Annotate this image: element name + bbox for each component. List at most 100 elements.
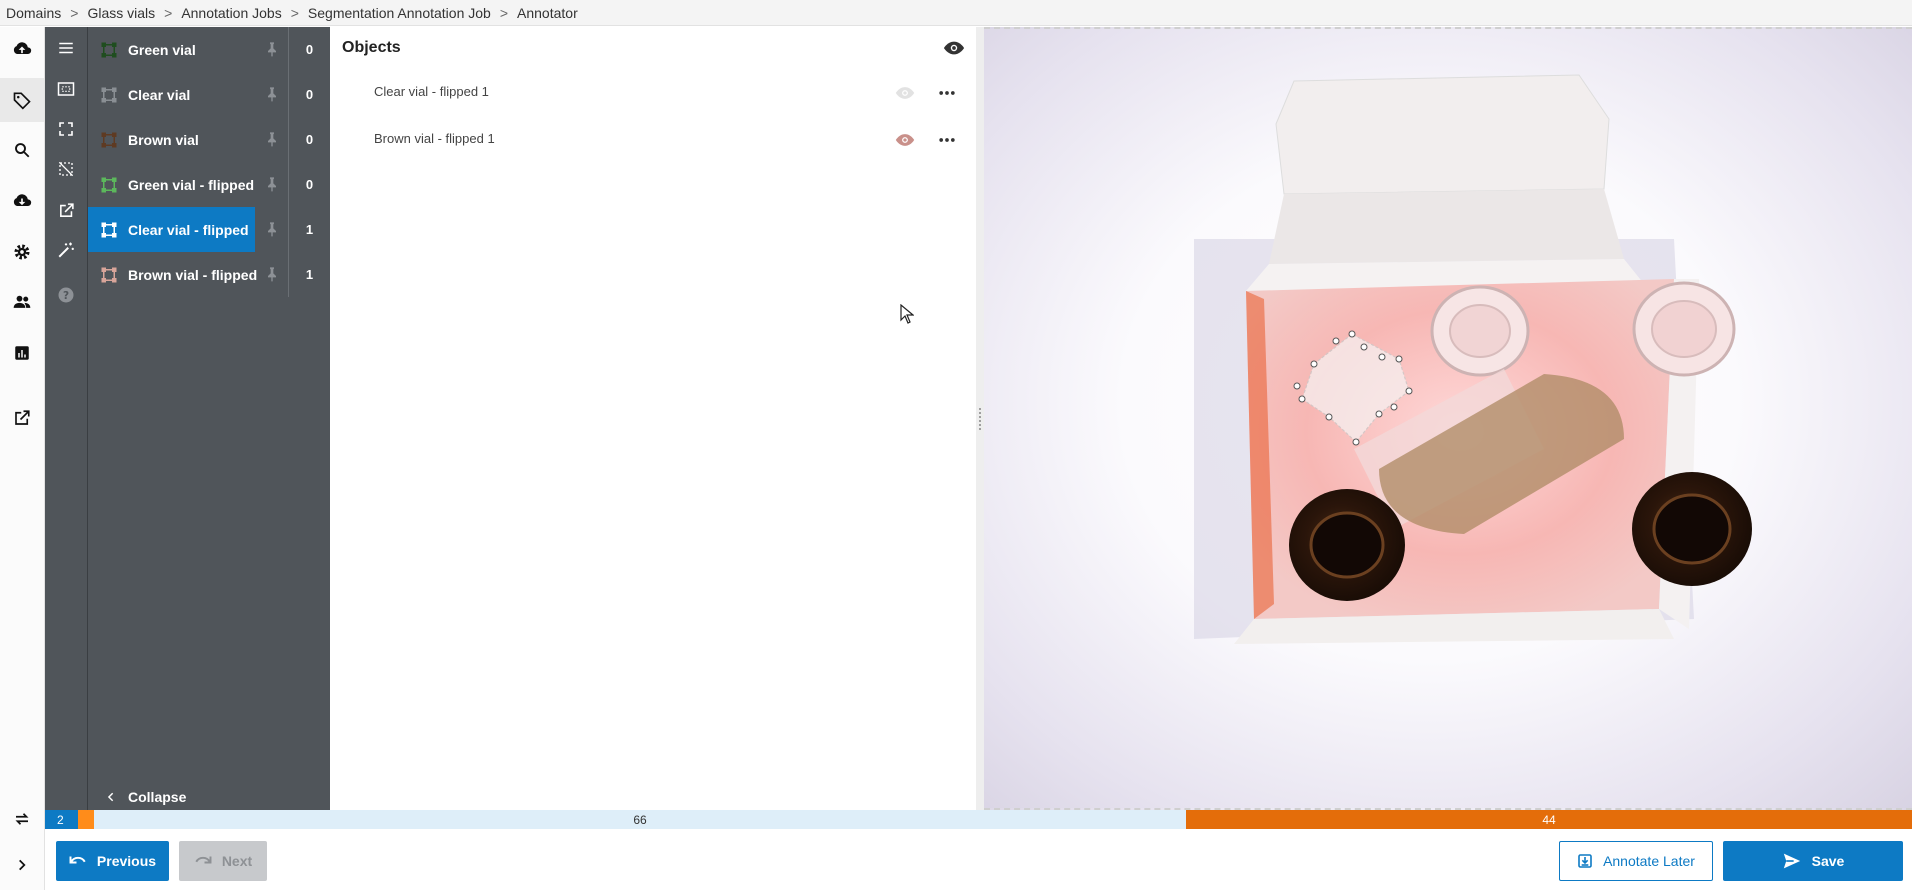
redo-arrow-icon bbox=[195, 856, 212, 864]
label-select-brown-vial[interactable]: Brown vial bbox=[88, 117, 288, 162]
open-external-icon bbox=[59, 202, 74, 217]
progress-later: 44 bbox=[1186, 810, 1912, 829]
object-row[interactable]: Clear vial - flipped 1 bbox=[331, 71, 976, 111]
pin-icon[interactable] bbox=[264, 266, 280, 282]
box-select-icon bbox=[57, 82, 75, 96]
annotate-later-label: Annotate Later bbox=[1603, 853, 1695, 869]
label-list: Green vial 0 Clear vial 0 Brown vial 0 G… bbox=[88, 27, 330, 810]
breadcrumb-annotator: Annotator bbox=[517, 4, 578, 21]
progress-current: 2 bbox=[45, 810, 78, 829]
previous-button[interactable]: Previous bbox=[56, 841, 169, 881]
more-options-icon[interactable] bbox=[937, 130, 957, 150]
external-link-icon bbox=[15, 410, 30, 425]
expand-button[interactable] bbox=[0, 843, 44, 887]
breadcrumb-annotation-jobs[interactable]: Annotation Jobs bbox=[181, 5, 281, 21]
collapse-button[interactable]: Collapse bbox=[88, 782, 330, 812]
label-name: Green vial - flipped bbox=[128, 176, 255, 193]
pin-icon[interactable] bbox=[264, 176, 280, 192]
mouse-cursor-icon bbox=[900, 304, 914, 324]
menu-button[interactable] bbox=[45, 28, 87, 68]
undo-arrow-icon bbox=[69, 856, 86, 864]
cloud-download-button[interactable] bbox=[0, 179, 44, 223]
label-name: Clear vial - flipped bbox=[128, 221, 249, 238]
label-select-green-vial[interactable]: Green vial bbox=[88, 27, 288, 72]
clear-selection-icon bbox=[58, 161, 74, 177]
cloud-upload-button[interactable] bbox=[0, 27, 44, 71]
breadcrumb: Domains > Glass vials > Annotation Jobs … bbox=[0, 0, 1912, 26]
save-button[interactable]: Save bbox=[1723, 841, 1903, 881]
breadcrumb-domains[interactable]: Domains bbox=[6, 5, 61, 21]
polygon-icon bbox=[101, 132, 117, 147]
panel-splitter[interactable] bbox=[976, 27, 984, 810]
label-select-clear-vial-flipped[interactable]: Clear vial - flipped bbox=[88, 207, 255, 252]
eye-icon[interactable] bbox=[895, 83, 915, 103]
pin-icon[interactable] bbox=[264, 86, 280, 102]
help-button[interactable]: ? bbox=[45, 275, 87, 315]
annotate-later-button[interactable]: Annotate Later bbox=[1559, 841, 1713, 881]
object-name: Clear vial - flipped 1 bbox=[374, 83, 489, 99]
magic-wand-icon bbox=[58, 242, 74, 258]
label-count: 1 bbox=[288, 252, 330, 297]
eye-icon[interactable] bbox=[895, 130, 915, 150]
label-name: Brown vial - flipped bbox=[128, 266, 258, 283]
external-link-button[interactable] bbox=[0, 396, 44, 440]
label-count: 0 bbox=[288, 117, 330, 162]
label-green-vial-flipped: Green vial - flipped 0 bbox=[88, 162, 330, 207]
object-row[interactable]: Brown vial - flipped 1 bbox=[331, 118, 976, 158]
menu-icon bbox=[59, 42, 73, 54]
next-label: Next bbox=[221, 853, 253, 869]
object-name: Brown vial - flipped 1 bbox=[374, 130, 495, 146]
next-button[interactable]: Next bbox=[179, 841, 267, 881]
team-button[interactable] bbox=[0, 280, 44, 324]
polygon-icon bbox=[101, 177, 117, 192]
eye-icon[interactable] bbox=[943, 37, 965, 59]
statistics-button[interactable] bbox=[0, 331, 44, 375]
label-select-brown-vial-flipped[interactable]: Brown vial - flipped bbox=[88, 252, 288, 297]
polygon-icon bbox=[101, 42, 117, 57]
annotation-progress: 2 66 44 bbox=[45, 810, 1912, 829]
objects-title: Objects bbox=[342, 39, 401, 56]
label-count: 1 bbox=[288, 207, 330, 252]
pin-icon[interactable] bbox=[264, 41, 280, 57]
annotation-canvas[interactable] bbox=[984, 27, 1912, 810]
download-box-icon bbox=[1578, 854, 1592, 868]
search-button[interactable] bbox=[0, 128, 44, 172]
breadcrumb-separator: > bbox=[290, 4, 299, 21]
pin-icon[interactable] bbox=[264, 131, 280, 147]
box-select-tool[interactable] bbox=[45, 69, 87, 109]
gear-icon bbox=[14, 244, 30, 260]
tag-icon bbox=[13, 92, 31, 110]
annotation-image[interactable] bbox=[984, 29, 1912, 808]
fit-screen-tool[interactable] bbox=[45, 109, 87, 149]
labels-button[interactable] bbox=[0, 78, 44, 122]
label-count: 0 bbox=[288, 27, 330, 72]
settings-button[interactable] bbox=[0, 230, 44, 274]
app-rail bbox=[0, 27, 45, 890]
label-count: 0 bbox=[288, 162, 330, 207]
label-clear-vial-flipped: Clear vial - flipped 1 bbox=[88, 207, 330, 252]
label-select-green-vial-flipped[interactable]: Green vial - flipped bbox=[88, 162, 288, 207]
pin-icon[interactable] bbox=[264, 221, 280, 237]
breadcrumb-glass-vials[interactable]: Glass vials bbox=[87, 5, 155, 21]
open-external-tool[interactable] bbox=[45, 190, 87, 230]
chevron-left-icon bbox=[107, 792, 114, 802]
label-green-vial: Green vial 0 bbox=[88, 27, 330, 72]
cloud-upload-icon bbox=[13, 42, 32, 54]
label-name: Green vial bbox=[128, 41, 196, 58]
clear-selection-tool[interactable] bbox=[45, 149, 87, 189]
label-select-clear-vial[interactable]: Clear vial bbox=[88, 72, 288, 117]
breadcrumb-segmentation-job[interactable]: Segmentation Annotation Job bbox=[308, 5, 491, 21]
swap-button[interactable] bbox=[0, 797, 44, 841]
tool-column: ? bbox=[45, 27, 88, 810]
polygon-icon bbox=[101, 267, 117, 282]
polygon-icon bbox=[101, 222, 117, 237]
label-brown-vial: Brown vial 0 bbox=[88, 117, 330, 162]
cloud-download-icon bbox=[13, 194, 32, 206]
label-name: Clear vial bbox=[128, 86, 191, 103]
more-options-icon[interactable] bbox=[937, 83, 957, 103]
magic-wand-tool[interactable] bbox=[45, 230, 87, 270]
swap-icon bbox=[15, 813, 29, 825]
objects-panel: Objects Clear vial - flipped 1 Brown via… bbox=[331, 27, 976, 810]
breadcrumb-separator: > bbox=[70, 4, 79, 21]
bar-chart-icon bbox=[15, 346, 29, 360]
